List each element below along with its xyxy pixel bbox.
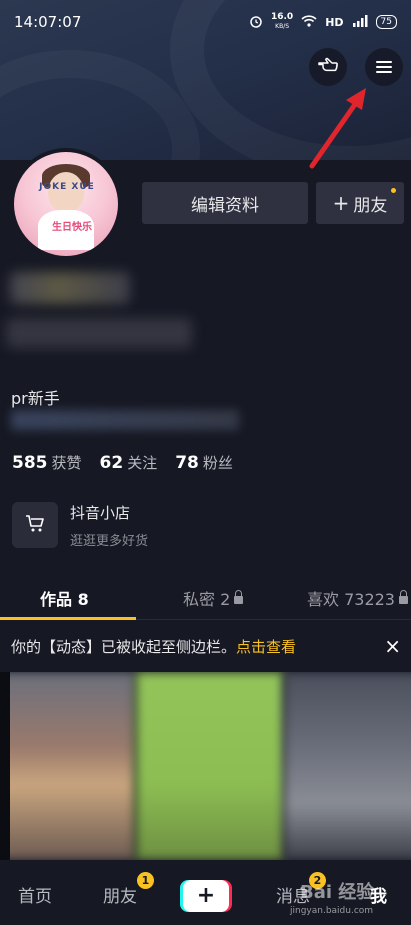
blurred-bio-tags: [11, 410, 239, 430]
stat-followers[interactable]: 78 粉丝: [175, 452, 233, 473]
wifi-icon: [301, 14, 317, 30]
status-time: 14:07:07: [14, 13, 82, 31]
hamburger-menu-icon: [376, 58, 392, 76]
video-thumbnail[interactable]: [0, 672, 135, 860]
avatar-text-bottom: 生日快乐: [52, 222, 92, 233]
stat-following[interactable]: 62 关注: [100, 452, 158, 473]
nav-friends[interactable]: 朋友: [103, 882, 137, 907]
plus-icon: +: [196, 883, 216, 908]
avatar-text-top: JOKE XUE: [39, 182, 95, 192]
network-type: HD: [325, 15, 344, 29]
red-arrow-annotation: [309, 88, 366, 169]
create-post-button[interactable]: +: [183, 880, 229, 912]
notification-dot: [391, 188, 396, 193]
nav-home[interactable]: 首页: [18, 882, 52, 907]
avatar-image: JOKE XUE 生日快乐: [14, 152, 118, 256]
profile-stats: 585 获赞 62 关注 78 粉丝: [12, 452, 233, 473]
pointing-hand-button[interactable]: [309, 48, 347, 86]
baidu-watermark: Bai 经验: [300, 882, 375, 903]
watermark-url: jingyan.baidu.com: [290, 906, 374, 916]
network-speed: 16.0 KB/S: [270, 12, 294, 31]
content-tabs: 作品 8 私密 2 喜欢 73223: [0, 576, 411, 620]
close-icon[interactable]: ×: [384, 634, 401, 658]
sidebar-notice: 你的【动态】已被收起至侧边栏。 点击查看 ×: [0, 620, 411, 672]
grid-edge: [0, 672, 10, 860]
video-thumbnail[interactable]: [136, 672, 284, 860]
lock-icon: [234, 590, 244, 604]
blurred-user-id: [6, 318, 192, 348]
notice-view-link[interactable]: 点击查看: [236, 636, 296, 657]
menu-button[interactable]: [365, 48, 403, 86]
add-friend-button[interactable]: + 朋友: [316, 182, 404, 224]
tab-works[interactable]: 作品 8: [40, 586, 89, 610]
banner-decoration: [0, 50, 200, 160]
shop-entry[interactable]: [12, 502, 58, 548]
edit-profile-button[interactable]: 编辑资料: [142, 182, 308, 224]
blurred-username: [10, 272, 130, 304]
add-friend-label: 朋友: [353, 195, 388, 216]
alarm-icon: [249, 14, 263, 31]
plus-icon: +: [332, 191, 350, 215]
tab-private[interactable]: 私密 2: [183, 586, 244, 610]
battery-indicator: 75: [375, 15, 397, 29]
shop-subtitle: 逛逛更多好货: [70, 534, 149, 549]
video-thumbnail[interactable]: [284, 672, 411, 860]
video-grid: [0, 672, 411, 860]
profile-bio: pr新手: [11, 389, 60, 408]
tab-likes[interactable]: 喜欢 73223: [307, 586, 408, 610]
avatar[interactable]: JOKE XUE 生日快乐: [10, 148, 122, 260]
shop-title[interactable]: 抖音小店: [70, 502, 130, 523]
shopping-cart-icon: [24, 513, 46, 537]
pointing-hand-icon: [317, 55, 339, 79]
signal-icon: [352, 14, 368, 30]
friends-badge: 1: [137, 872, 154, 889]
lock-icon: [399, 590, 408, 604]
notice-text: 你的【动态】已被收起至侧边栏。: [11, 637, 237, 656]
status-bar: 14:07:07 16.0 KB/S HD 75: [0, 0, 411, 44]
stat-likes[interactable]: 585 获赞: [12, 452, 82, 473]
